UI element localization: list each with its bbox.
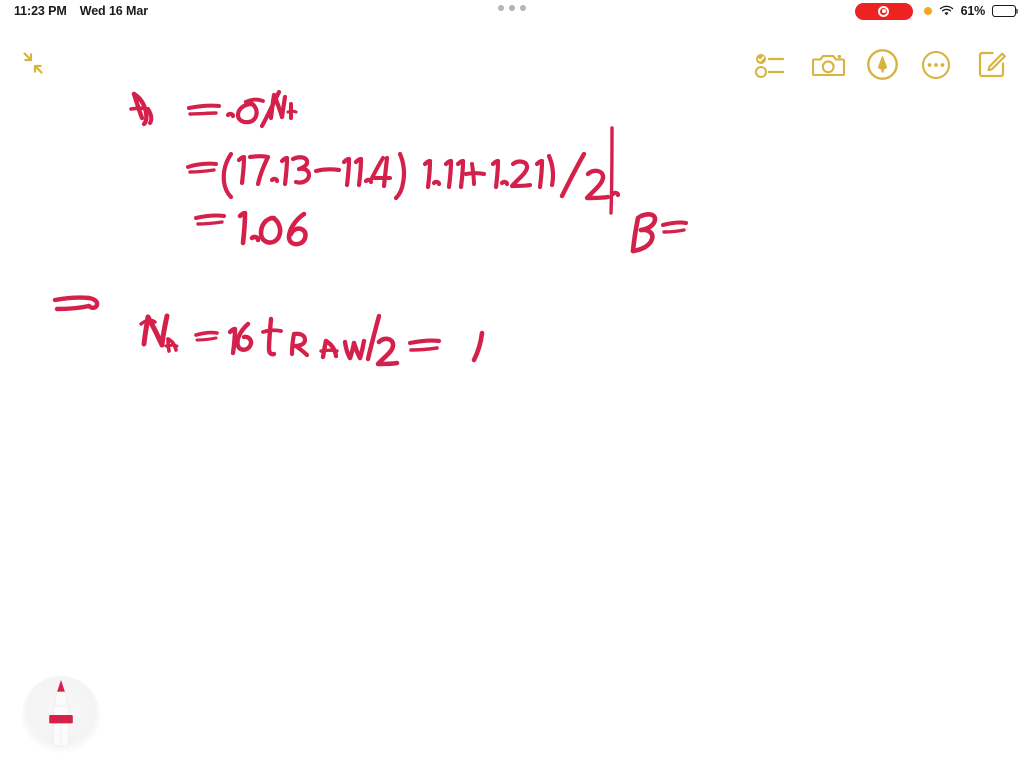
status-date: Wed 16 Mar — [79, 4, 148, 18]
handle-dot-icon — [520, 5, 526, 11]
screen-recording-indicator[interactable] — [854, 2, 913, 20]
pen-icon — [49, 680, 73, 747]
status-bar: 11:23 PM Wed 16 Mar 61% — [0, 0, 1024, 22]
pen-tool[interactable]: pen-tool — [22, 676, 100, 754]
battery-icon — [992, 5, 1016, 17]
status-bar-right: 61% — [854, 2, 1016, 20]
battery-percentage: 61% — [960, 4, 986, 18]
status-time: 11:23 PM — [14, 4, 67, 18]
compose-icon[interactable]: new-note — [977, 49, 1007, 79]
handwriting-ink-layer — [0, 68, 1024, 768]
note-canvas[interactable]: A = ·σ /Nᵢ = (17·13−11·4) 1·11 + 1·21) /… — [0, 68, 1024, 768]
handle-dot-icon — [498, 5, 504, 11]
multitasking-handle[interactable] — [498, 5, 526, 11]
markup-icon[interactable]: markup — [866, 48, 899, 81]
microphone-privacy-indicator-icon — [923, 7, 932, 15]
status-bar-left: 11:23 PM Wed 16 Mar — [14, 4, 148, 18]
handle-dot-icon — [509, 5, 515, 11]
checklist-icon[interactable]: checklist — [755, 51, 785, 79]
wifi-icon — [939, 5, 954, 17]
note-toolbar: collapse-note checklist — [0, 22, 1024, 80]
collapse-icon[interactable]: collapse-note — [20, 50, 46, 76]
record-target-icon — [878, 5, 890, 17]
camera-icon[interactable]: insert-media — [812, 51, 846, 79]
notes-app-window: 11:23 PM Wed 16 Mar 61% — [0, 0, 1024, 768]
more-options-icon[interactable]: more-options — [921, 50, 951, 80]
